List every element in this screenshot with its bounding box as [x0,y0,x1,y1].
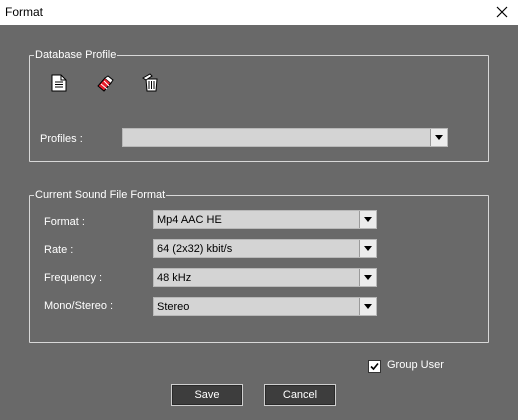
chevron-down-icon[interactable] [430,129,447,146]
chevron-down-icon[interactable] [359,269,376,286]
save-button[interactable]: Save [171,384,243,406]
frequency-value: 48 kHz [157,272,192,284]
mono-stereo-dropdown[interactable]: Stereo [153,297,377,316]
format-dropdown[interactable]: Mp4 AAC HE [153,210,377,229]
chevron-down-icon[interactable] [359,211,376,228]
checkmark-icon [370,362,379,371]
database-profile-legend: Database Profile [35,49,117,61]
mono-stereo-label: Mono/Stereo : [44,300,114,312]
profiles-dropdown[interactable] [122,128,448,147]
sound-format-legend: Current Sound File Format [35,189,166,201]
rate-label: Rate : [44,244,74,256]
frequency-dropdown[interactable]: 48 kHz [153,268,377,287]
new-document-icon[interactable] [48,72,70,94]
format-label: Format : [44,216,85,228]
close-icon[interactable] [492,2,512,22]
title-bar: Format [0,0,518,25]
chevron-down-icon[interactable] [359,240,376,257]
frequency-label: Frequency : [44,272,103,284]
group-user-label: Group User [387,359,444,371]
group-user-checkbox[interactable] [368,360,381,373]
delete-bin-icon[interactable] [140,72,162,94]
chevron-down-icon[interactable] [359,298,376,315]
mono-stereo-value: Stereo [157,301,190,313]
rate-value: 64 (2x32) kbit/s [157,243,233,255]
cancel-button[interactable]: Cancel [264,384,336,406]
profiles-label: Profiles : [40,133,83,145]
rate-dropdown[interactable]: 64 (2x32) kbit/s [153,239,377,258]
eraser-icon[interactable] [94,73,116,95]
window-title: Format [5,5,44,19]
format-value: Mp4 AAC HE [157,214,222,226]
